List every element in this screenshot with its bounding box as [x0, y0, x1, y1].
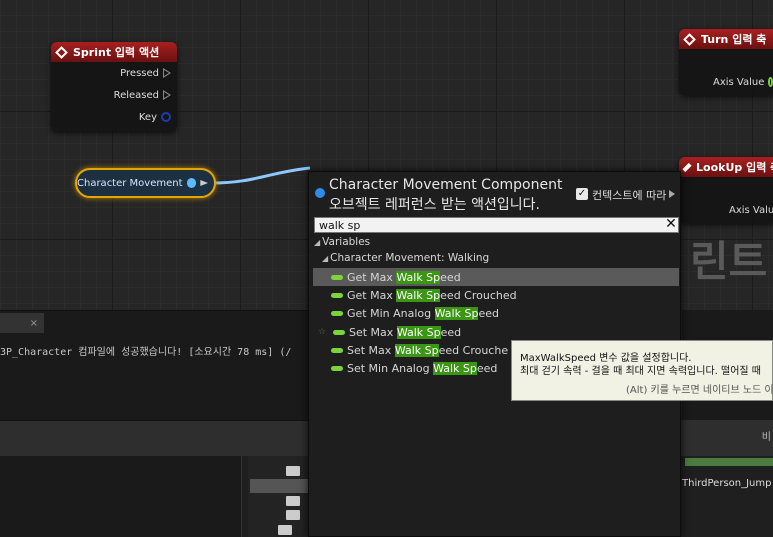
item-text: Set Min Analog	[347, 361, 434, 375]
collapse-triangle-icon: ◢	[322, 254, 329, 263]
action-menu-header: Character Movement Component 오브젝트 레퍼런스 받…	[309, 172, 682, 214]
context-subtitle: 오브젝트 레퍼런스 받는 액션입니다.	[329, 197, 540, 213]
action-item-get-min-analog-walk-speed[interactable]: Get Min Analog Walk Sp eed	[313, 304, 679, 322]
category-walking-label: Character Movement: Walking	[330, 252, 490, 264]
variable-pill-icon	[331, 274, 343, 280]
folder-tree	[248, 456, 308, 537]
graph-watermark-text: 린트	[690, 237, 768, 286]
item-text: eed Crouche	[438, 343, 509, 357]
expand-arrow-icon[interactable]	[669, 190, 675, 198]
search-highlight: Walk Sp	[433, 361, 477, 375]
item-text: eed	[440, 270, 461, 284]
asset-name-label[interactable]: ThirdPerson_Jump	[682, 478, 772, 489]
object-reference-wire	[211, 166, 311, 185]
folder-icon[interactable]	[286, 466, 300, 476]
collapse-triangle-icon: ◢	[314, 238, 321, 247]
search-highlight: Walk Sp	[396, 325, 441, 339]
output-log-panel: × 3P_Character 컴파일에 성공했습니다! [소요시간 78 ms]…	[0, 310, 310, 420]
variable-pill-icon	[331, 365, 343, 371]
character-movement-label: Character Movement	[77, 177, 183, 189]
search-highlight: Walk Sp	[396, 270, 441, 284]
folder-icon[interactable]	[278, 525, 292, 535]
variable-pill-icon	[331, 347, 343, 353]
pin-arrow-icon	[200, 180, 208, 186]
item-text: Set Max	[347, 343, 395, 357]
character-movement-node[interactable]: Character Movement	[75, 168, 216, 198]
context-sensitive-label[interactable]: 컨텍스트에 따라	[592, 187, 666, 203]
item-text: Get Max	[347, 288, 397, 302]
clear-search-icon[interactable]: ✕	[664, 216, 678, 232]
category-variables[interactable]: ◢ Variables	[314, 236, 370, 248]
action-tooltip: MaxWalkSpeed 변수 값을 설정합니다. 최대 걷기 속력 - 걸을 …	[511, 340, 773, 401]
output-log-tab[interactable]: ×	[0, 313, 44, 333]
category-variables-label: Variables	[322, 236, 371, 248]
search-highlight: Walk Sp	[434, 306, 479, 320]
tree-selection	[250, 479, 310, 493]
item-text: eed	[476, 361, 498, 375]
variable-pill-icon	[333, 329, 345, 335]
component-dot-icon	[315, 188, 325, 198]
context-sensitive-checkbox[interactable]: ✓	[576, 188, 588, 200]
content-browser-left-pane	[0, 456, 242, 537]
favorite-star-icon[interactable]: ☆	[313, 327, 331, 337]
context-title: Character Movement Component	[329, 177, 563, 193]
toolbar-right-label[interactable]: 비	[762, 428, 771, 443]
item-text: eed	[440, 325, 462, 339]
search-highlight: Walk Sp	[396, 288, 441, 302]
action-item-get-max-walk-speed[interactable]: Get Max Walk Sp eed	[313, 268, 679, 286]
object-pin-icon[interactable]	[186, 178, 197, 188]
action-item-set-max-walk-speed[interactable]: ☆ Set Max Walk Sp eed	[313, 323, 679, 341]
item-text: eed	[478, 306, 499, 320]
asset-thumbnail[interactable]	[685, 458, 773, 466]
action-search-input[interactable]	[314, 217, 679, 233]
variable-pill-icon	[331, 292, 343, 298]
item-text: Get Min Analog	[347, 306, 435, 320]
log-line: 3P_Character 컴파일에 성공했습니다! [소요시간 78 ms] (…	[0, 347, 292, 358]
action-item-get-max-walk-speed-crouched[interactable]: Get Max Walk Sp eed Crouched	[313, 286, 679, 304]
item-text: Get Max	[347, 270, 397, 284]
folder-icon[interactable]	[286, 496, 300, 506]
tooltip-line-2: 최대 걷기 속력 - 걸을 때 최대 지면 속력입니다. 떨어질 때	[520, 366, 761, 377]
blueprint-editor: Sprint 입력 액션 Pressed Released Key Turn 입…	[0, 0, 773, 537]
item-text: eed Crouched	[440, 288, 517, 302]
folder-icon[interactable]	[286, 510, 300, 520]
item-text: Set Max	[349, 325, 397, 339]
category-walking[interactable]: ◢ Character Movement: Walking	[322, 252, 489, 264]
variable-pill-icon	[331, 310, 343, 316]
search-highlight: Walk Sp	[394, 343, 439, 357]
close-tab-icon[interactable]: ×	[30, 318, 38, 329]
tooltip-line-3: (Alt) 키를 누르면 네이티브 노드 이름	[626, 385, 773, 396]
